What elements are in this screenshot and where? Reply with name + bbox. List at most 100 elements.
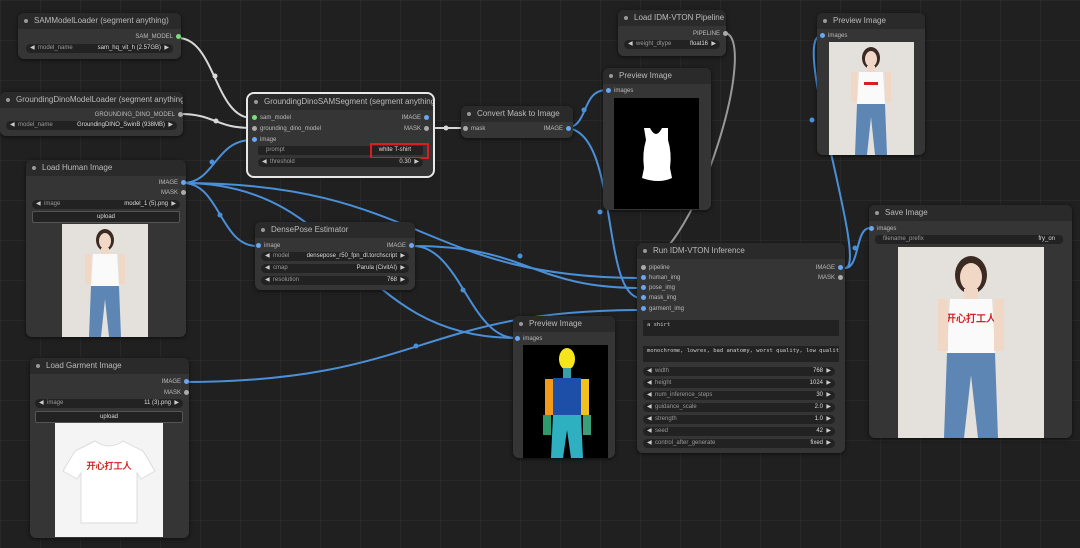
output-socket[interactable] [566,126,571,131]
arrow-right-icon[interactable]: ▶ [826,439,831,448]
tshirt-photo: 开心打工人 [62,440,156,524]
node-title: GroundingDinoModelLoader (segment anythi… [16,95,183,104]
output-socket[interactable] [181,180,186,185]
output-socket[interactable] [178,112,183,117]
inference-param-strength[interactable]: ◀ strength 1.0 ▶ [643,415,835,424]
arrow-right-icon[interactable]: ▶ [164,44,169,53]
node-sam-model-loader[interactable]: SAMModelLoader (segment anything) SAM_MO… [18,13,181,59]
inference-param-control-after-generate[interactable]: ◀ control_after_generate fixed ▶ [643,439,835,448]
inference-param-guidance-scale[interactable]: ◀ guidance_scale 2.0 ▶ [643,403,835,412]
arrow-left-icon[interactable]: ◀ [647,367,652,376]
model-name-combo[interactable]: ◀ model_name sam_hq_vit_h (2.57GB) ▶ [26,44,173,53]
arrow-right-icon[interactable]: ▶ [174,399,179,408]
arrow-right-icon[interactable]: ▶ [168,121,173,130]
inference-param-seed[interactable]: ◀ seed 42 ▶ [643,427,835,436]
node-save-image[interactable]: Save Image images filename_prefix fry_on … [869,205,1072,438]
arrow-left-icon[interactable]: ◀ [10,121,15,130]
output-label: SAM_MODEL [135,34,173,40]
arrow-right-icon[interactable]: ▶ [414,158,419,167]
arrow-right-icon[interactable]: ▶ [826,379,831,388]
input-socket[interactable] [252,115,257,120]
input-socket[interactable] [641,275,646,280]
node-preview-result[interactable]: Preview Image images [817,13,925,155]
resolution-stepper[interactable]: ◀ resolution 768 ▶ [261,276,409,285]
output-socket[interactable] [723,31,728,36]
input-socket[interactable] [641,285,646,290]
arrow-right-icon[interactable]: ▶ [826,427,831,436]
arrow-left-icon[interactable]: ◀ [265,252,270,261]
image-combo[interactable]: ◀ image model_1 (5).png ▶ [32,200,180,209]
arrow-right-icon[interactable]: ▶ [826,415,831,424]
input-socket[interactable] [463,126,468,131]
input-socket[interactable] [606,88,611,93]
cmap-combo[interactable]: ◀ cmap Parula (CivitAI) ▶ [261,264,409,273]
arrow-left-icon[interactable]: ◀ [262,158,267,167]
node-preview-mask[interactable]: Preview Image images [603,68,711,210]
input-socket[interactable] [641,265,646,270]
output-label: IMAGE [158,180,178,186]
arrow-left-icon[interactable]: ◀ [265,276,270,285]
model-name-combo[interactable]: ◀ model_name GroundingDINO_SwinB (938MB) ▶ [6,121,177,130]
input-socket[interactable] [252,126,257,131]
arrow-left-icon[interactable]: ◀ [647,439,652,448]
arrow-left-icon[interactable]: ◀ [647,391,652,400]
node-preview-pose[interactable]: Preview Image images [513,316,615,458]
node-run-idm-inference[interactable]: Run IDM-VTON Inference pipeline human_im… [637,243,845,453]
arrow-right-icon[interactable]: ▶ [826,403,831,412]
arrow-right-icon[interactable]: ▶ [400,276,405,285]
output-socket[interactable] [409,243,414,248]
arrow-left-icon[interactable]: ◀ [647,403,652,412]
input-socket[interactable] [252,137,257,142]
arrow-right-icon[interactable]: ▶ [400,252,405,261]
inference-param-num-inference-steps[interactable]: ◀ num_inference_steps 30 ▶ [643,391,835,400]
image-combo[interactable]: ◀ image 11 (3).png ▶ [35,399,183,408]
node-load-idm-pipeline[interactable]: Load IDM-VTON Pipeline PIPELINE ◀ weight_… [618,10,728,56]
filename-prefix-field[interactable]: filename_prefix fry_on [875,235,1063,244]
input-socket[interactable] [256,243,261,248]
input-socket[interactable] [869,226,874,231]
inference-param-width[interactable]: ◀ width 768 ▶ [643,367,835,376]
node-load-garment-image[interactable]: Load Garment Image IMAGE MASK ◀ image 11 (… [30,358,189,538]
arrow-left-icon[interactable]: ◀ [36,200,41,209]
output-socket[interactable] [181,190,186,195]
arrow-left-icon[interactable]: ◀ [647,415,652,424]
node-groundingdino-sam-segment[interactable]: GroundingDinoSAMSegment (segment anythin… [246,92,435,178]
threshold-stepper[interactable]: ◀ threshold 0.30 ▶ [258,158,423,167]
output-socket[interactable] [424,126,429,131]
arrow-left-icon[interactable]: ◀ [265,264,270,273]
arrow-left-icon[interactable]: ◀ [628,40,633,49]
result-preview-image [829,42,914,155]
node-convert-mask[interactable]: Convert Mask to Image mask IMAGE [461,106,573,138]
weight-dtype-combo[interactable]: ◀ weight_dtype float16 ▶ [624,40,720,49]
input-socket[interactable] [641,295,646,300]
input-socket[interactable] [641,306,646,311]
densepose-model-combo[interactable]: ◀ model densepose_r50_fpn_dl.torchscript ▶ [261,252,409,261]
input-socket[interactable] [515,336,520,341]
positive-prompt-textarea[interactable]: a shirt [643,320,839,336]
inference-param-height[interactable]: ◀ height 1024 ▶ [643,379,835,388]
node-densepose-estimator[interactable]: DensePose Estimator image IMAGE ◀ model de… [255,222,415,290]
arrow-right-icon[interactable]: ▶ [826,391,831,400]
arrow-right-icon[interactable]: ▶ [400,264,405,273]
output-socket[interactable] [838,265,843,270]
output-socket[interactable] [176,34,181,39]
output-socket[interactable] [838,275,843,280]
arrow-left-icon[interactable]: ◀ [647,427,652,436]
arrow-left-icon[interactable]: ◀ [39,399,44,408]
input-socket[interactable] [820,33,825,38]
node-groundingdino-loader[interactable]: GroundingDinoModelLoader (segment anythi… [0,92,183,136]
negative-prompt-textarea[interactable]: monochrome, lowres, bad anatomy, worst q… [643,346,839,362]
arrow-right-icon[interactable]: ▶ [711,40,716,49]
output-socket[interactable] [424,115,429,120]
output-socket[interactable] [184,379,189,384]
upload-button[interactable]: upload [32,211,180,223]
node-load-human-image[interactable]: Load Human Image IMAGE MASK ◀ image model_… [26,160,186,337]
arrow-left-icon[interactable]: ◀ [30,44,35,53]
arrow-right-icon[interactable]: ▶ [171,200,176,209]
output-socket[interactable] [184,390,189,395]
output-label: MASK [817,275,835,281]
input-label: image [260,137,277,143]
arrow-left-icon[interactable]: ◀ [647,379,652,388]
upload-button[interactable]: upload [35,411,183,423]
arrow-right-icon[interactable]: ▶ [826,367,831,376]
